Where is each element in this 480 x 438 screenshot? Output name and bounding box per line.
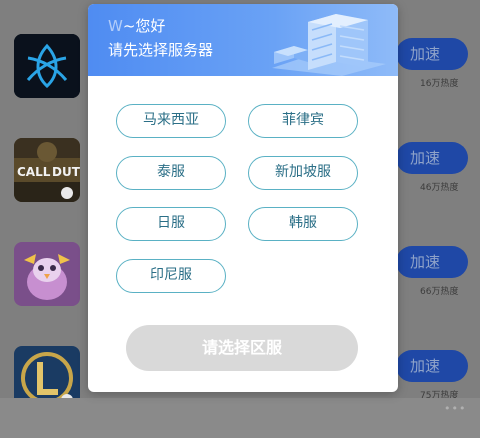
penguin-game-icon [14, 242, 80, 306]
server-option-indonesia[interactable]: 印尼服 [116, 259, 226, 293]
server-option-japan[interactable]: 日服 [116, 207, 226, 241]
server-option-korea[interactable]: 韩服 [248, 207, 358, 241]
dialog-subtitle: 请先选择服务器 [108, 41, 214, 59]
speed-up-button[interactable]: 加速 [396, 142, 468, 174]
greeting-text: ~您好 [122, 17, 166, 35]
server-option-thailand[interactable]: 泰服 [116, 156, 226, 190]
server-illustration-icon [272, 14, 386, 76]
icon-text: DUTY [52, 165, 80, 179]
dialog-header: W~您好 请先选择服务器 [88, 4, 398, 76]
server-option-philippines[interactable]: 菲律宾 [248, 104, 358, 138]
bottom-strip [0, 398, 480, 438]
speed-up-button[interactable]: 加速 [396, 350, 468, 382]
watermark: ••• [444, 402, 467, 415]
heat-count: 66万热度 [420, 287, 459, 297]
server-options: 马来西亚 菲律宾 泰服 新加坡服 日服 韩服 印尼服 [116, 104, 366, 304]
heat-count: 16万热度 [420, 79, 459, 89]
username: W [108, 17, 123, 35]
speed-up-button[interactable]: 加速 [396, 246, 468, 278]
confirm-server-button[interactable]: 请选择区服 [126, 325, 358, 371]
call-of-duty-game-icon: CALL DUTY [14, 138, 80, 202]
speed-up-button[interactable]: 加速 [396, 38, 468, 70]
icon-text: CALL [17, 165, 51, 179]
heat-count: 46万热度 [420, 183, 459, 193]
server-option-malaysia[interactable]: 马来西亚 [116, 104, 226, 138]
server-select-dialog: W~您好 请先选择服务器 马来西亚 菲律宾 泰服 新加坡服 日服 韩服 印尼服 … [88, 4, 398, 392]
battlenet-game-icon [14, 34, 80, 98]
greeting: W~您好 [108, 17, 165, 35]
server-option-singapore[interactable]: 新加坡服 [248, 156, 358, 190]
